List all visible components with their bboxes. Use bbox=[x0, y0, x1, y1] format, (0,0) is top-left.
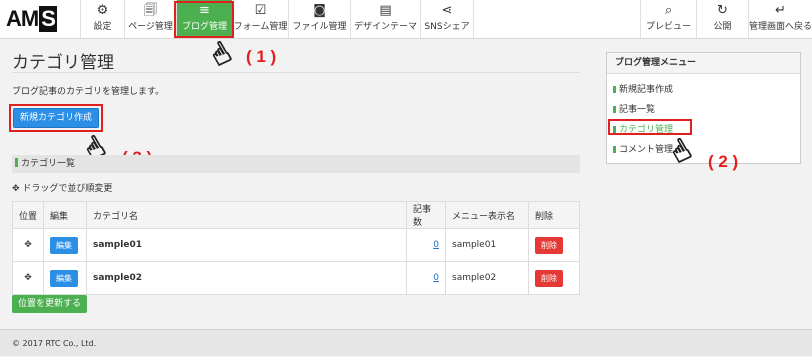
category-table: 位置 編集 カテゴリ名 記事数 メニュー表示名 削除 ✥ 編集 sample01… bbox=[12, 201, 580, 295]
drag-hint: ✥ ドラッグで並び順変更 bbox=[12, 184, 113, 194]
nav-settings[interactable]: ⚙ 設定 bbox=[80, 0, 124, 38]
table-row: ✥ 編集 sample01 0 sample01 削除 bbox=[12, 228, 580, 262]
edit-button[interactable]: 編集 bbox=[50, 269, 78, 287]
form-icon: ☑ bbox=[254, 3, 267, 18]
article-count-link[interactable]: 0 bbox=[433, 273, 439, 283]
search-icon: ⌕ bbox=[664, 3, 673, 18]
edit-button[interactable]: 編集 bbox=[50, 236, 78, 254]
logo[interactable]: AM S bbox=[6, 6, 57, 32]
delete-button[interactable]: 削除 bbox=[535, 269, 563, 287]
title-divider bbox=[12, 72, 580, 73]
camera-icon: ◙ bbox=[313, 3, 326, 18]
return-icon: ↵ bbox=[775, 3, 786, 18]
table-row: ✥ 編集 sample02 0 sample02 削除 bbox=[12, 261, 580, 295]
col-delete: 削除 bbox=[528, 201, 580, 229]
annotation-1: ( 1 ) bbox=[246, 47, 277, 66]
nav-preview[interactable]: ⌕ プレビュー bbox=[640, 0, 696, 38]
menu-display-name: sample02 bbox=[445, 261, 529, 295]
col-name: カテゴリ名 bbox=[86, 201, 407, 229]
nav-publish[interactable]: ↻ 公開 bbox=[696, 0, 748, 38]
annotation-2: ( 2 ) bbox=[708, 152, 739, 171]
footer: © 2017 RTC Co., Ltd. bbox=[0, 329, 812, 356]
drag-handle-icon[interactable]: ✥ bbox=[12, 261, 44, 295]
col-edit: 編集 bbox=[43, 201, 87, 229]
nav-return-admin[interactable]: ↵ 管理画面へ戻る bbox=[748, 0, 812, 38]
sidebar-item-comment[interactable]: コメント管理 bbox=[607, 140, 800, 160]
article-count-link[interactable]: 0 bbox=[433, 240, 439, 250]
highlight-new-category bbox=[9, 104, 103, 132]
menu-display-name: sample01 bbox=[445, 228, 529, 262]
page-title: カテゴリ管理 bbox=[12, 53, 114, 73]
col-position: 位置 bbox=[12, 201, 44, 229]
sidebar-item-article-list[interactable]: 記事一覧 bbox=[607, 100, 800, 120]
nav-file-management[interactable]: ◙ ファイル管理 bbox=[288, 0, 350, 38]
col-count: 記事数 bbox=[406, 201, 446, 229]
category-name: sample02 bbox=[86, 261, 407, 295]
nav-form-management[interactable]: ☑ フォーム管理 bbox=[232, 0, 288, 38]
refresh-icon: ↻ bbox=[717, 3, 728, 18]
blog-menu-title: ブログ管理メニュー bbox=[607, 53, 800, 74]
pages-icon: 🗐 bbox=[144, 3, 157, 18]
drag-handle-icon[interactable]: ✥ bbox=[12, 228, 44, 262]
category-list-section: カテゴリ一覧 bbox=[12, 155, 580, 173]
sidebar-item-new-article[interactable]: 新規記事作成 bbox=[607, 80, 800, 100]
share-icon: ⋖ bbox=[441, 3, 453, 18]
delete-button[interactable]: 削除 bbox=[535, 236, 563, 254]
page-description: ブログ記事のカテゴリを管理します。 bbox=[12, 87, 165, 97]
pointing-hand-icon: ☝ bbox=[204, 34, 239, 75]
blog-menu-panel: ブログ管理メニュー 新規記事作成 記事一覧 カテゴリ管理 コメント管理 bbox=[606, 52, 801, 164]
gear-icon: ⚙ bbox=[96, 3, 109, 18]
nav-page-management[interactable]: 🗐 ページ管理 bbox=[124, 0, 176, 38]
category-name: sample01 bbox=[86, 228, 407, 262]
col-menu-name: メニュー表示名 bbox=[445, 201, 529, 229]
top-navbar: AM S ⚙ 設定 🗐 ページ管理 ≡ ブログ管理 ☑ フォーム管理 ◙ ファイル… bbox=[0, 0, 812, 39]
update-position-button[interactable]: 位置を更新する bbox=[12, 295, 87, 313]
design-icon: ▤ bbox=[379, 3, 392, 18]
nav-sns-share[interactable]: ⋖ SNSシェア bbox=[420, 0, 474, 38]
move-icon: ✥ bbox=[12, 184, 20, 194]
section-marker bbox=[15, 158, 18, 167]
nav-design-theme[interactable]: ▤ デザインテーマ bbox=[350, 0, 420, 38]
highlight-blog-nav bbox=[174, 1, 234, 38]
